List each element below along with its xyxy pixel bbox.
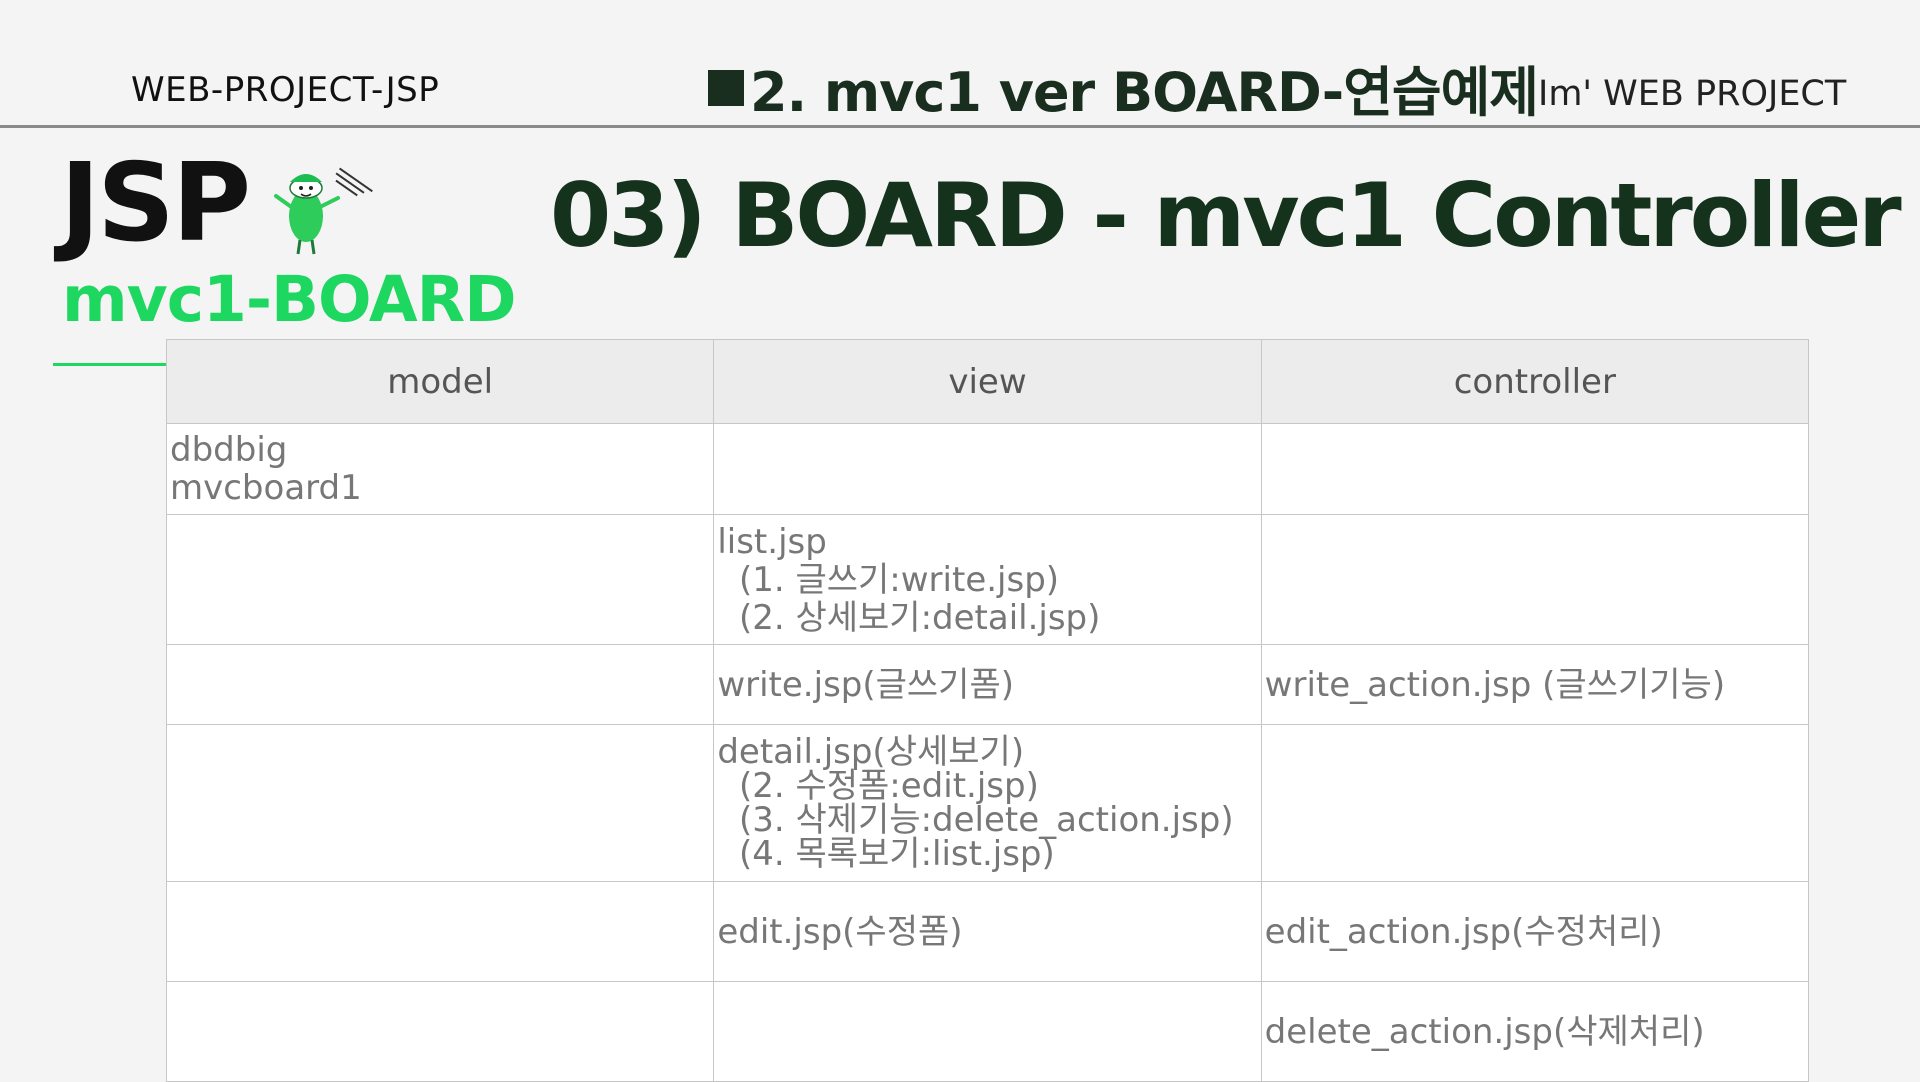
view-cell: write.jsp(글쓰기폼): [713, 644, 1262, 725]
controller-cell: [1260, 724, 1810, 882]
column-header-model: model: [165, 339, 715, 424]
column-header-controller: controller: [1260, 339, 1810, 424]
view-cell: list.jsp (1. 글쓰기:write.jsp) (2. 상세보기:det…: [713, 514, 1262, 645]
view-cell: edit.jsp(수정폼): [713, 881, 1262, 982]
logo-subtitle: mvc1-BOARD: [62, 263, 516, 336]
view-cell: [713, 981, 1262, 1082]
table-row: dbdbig mvcboard1: [165, 423, 1810, 515]
table-header-row: model view controller: [165, 339, 1810, 424]
table-row: edit.jsp(수정폼) edit_action.jsp(수정처리): [165, 881, 1810, 982]
model-cell: [165, 644, 715, 725]
view-cell: detail.jsp(상세보기) (2. 수정폼:edit.jsp) (3. 삭…: [713, 724, 1262, 882]
mascot-icon: [274, 167, 373, 255]
model-cell: [165, 724, 715, 882]
model-cell: [165, 981, 715, 1082]
model-cell: [165, 881, 715, 982]
slide-title: 03) BOARD - mvc1 Controller: [550, 164, 1902, 267]
table-row: list.jsp (1. 글쓰기:write.jsp) (2. 상세보기:det…: [165, 514, 1810, 645]
model-cell: dbdbig mvcboard1: [165, 423, 715, 515]
header-brand-label: Im' WEB PROJECT: [1538, 74, 1847, 114]
header-divider: [0, 125, 1920, 128]
view-cell: [713, 423, 1262, 515]
jsp-logo-text: JSP: [60, 141, 251, 266]
header-section-text: 2. mvc1 ver BOARD-연습예제: [750, 61, 1539, 124]
header-section-title: 2. mvc1 ver BOARD-연습예제: [708, 48, 1539, 127]
controller-cell: write_action.jsp (글쓰기기능): [1260, 644, 1810, 725]
controller-cell: delete_action.jsp(삭제처리): [1260, 981, 1810, 1082]
mvc-table: model view controller dbdbig mvcboard1 l…: [165, 339, 1810, 1082]
table-row: detail.jsp(상세보기) (2. 수정폼:edit.jsp) (3. 삭…: [165, 724, 1810, 882]
table-row: delete_action.jsp(삭제처리): [165, 981, 1810, 1082]
controller-cell: [1260, 423, 1810, 515]
controller-cell: [1260, 514, 1810, 645]
header-project-label: WEB-PROJECT-JSP: [131, 70, 440, 110]
table-row: write.jsp(글쓰기폼) write_action.jsp (글쓰기기능): [165, 644, 1810, 725]
controller-cell: edit_action.jsp(수정처리): [1260, 881, 1810, 982]
column-header-view: view: [713, 339, 1262, 424]
square-bullet-icon: [708, 69, 744, 106]
model-cell: [165, 514, 715, 645]
